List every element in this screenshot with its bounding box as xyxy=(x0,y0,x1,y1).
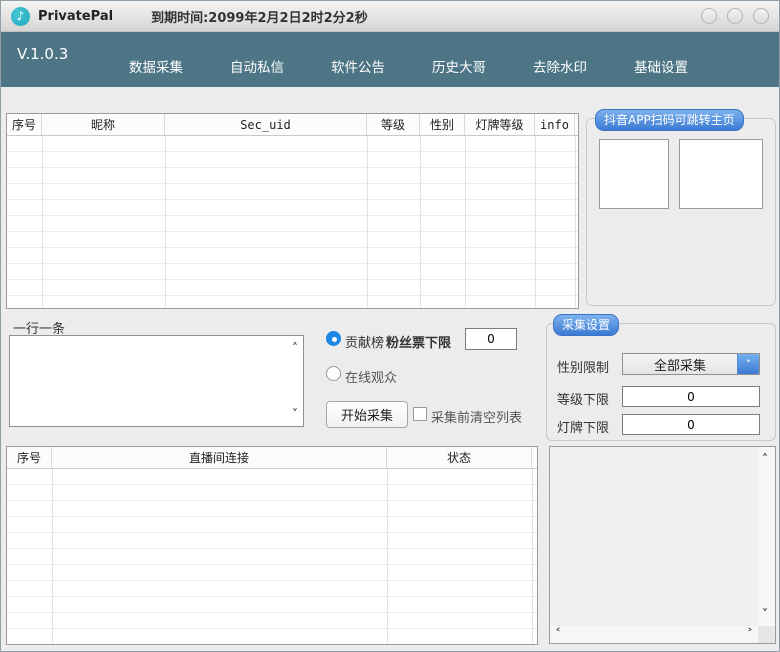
col-room-status[interactable]: 状态 xyxy=(387,447,532,468)
nav-bar: V.1.0.3 数据采集 自动私信 软件公告 历史大哥 去除水印 基础设置 xyxy=(1,32,779,87)
clear-before-collect-checkbox[interactable] xyxy=(413,407,427,421)
radio-contribution-label: 贡献榜 xyxy=(345,332,384,351)
radio-online-viewers[interactable] xyxy=(326,366,341,381)
room-table-body[interactable] xyxy=(7,469,537,644)
scroll-up-icon[interactable]: ˄ xyxy=(762,452,768,466)
gender-limit-value: 全部采集 xyxy=(623,355,737,374)
window-controls xyxy=(701,8,769,24)
scroll-left-icon[interactable]: ˂ xyxy=(555,627,561,641)
user-table: 序号 昵称 Sec_uid 等级 性别 灯牌等级 info xyxy=(6,113,579,309)
level-min-label: 等级下限 xyxy=(557,389,609,408)
col-badge-level[interactable]: 灯牌等级 xyxy=(465,114,535,135)
nav-menu: 数据采集 自动私信 软件公告 历史大哥 去除水印 基础设置 xyxy=(129,56,688,76)
user-table-body[interactable] xyxy=(7,136,578,308)
grid-line xyxy=(532,469,533,644)
col-nickname[interactable]: 昵称 xyxy=(42,114,165,135)
scroll-down-icon[interactable]: ˅ xyxy=(762,607,768,621)
nav-item-watermark[interactable]: 去除水印 xyxy=(533,56,587,76)
grid-line xyxy=(367,136,368,308)
collect-settings-label: 采集设置 xyxy=(553,314,619,336)
nav-item-settings[interactable]: 基础设置 xyxy=(634,56,688,76)
grid-line xyxy=(575,136,576,308)
col-level[interactable]: 等级 xyxy=(367,114,420,135)
badge-min-input[interactable]: 0 xyxy=(622,414,760,435)
qr-code-placeholder-1 xyxy=(599,139,669,209)
badge-min-label: 灯牌下限 xyxy=(557,417,609,436)
qr-panel-label: 抖音APP扫码可跳转主页 xyxy=(595,109,744,131)
col-info[interactable]: info xyxy=(535,114,575,135)
horizontal-scrollbar[interactable]: ˂ ˃ xyxy=(550,626,758,643)
col-room-link[interactable]: 直播间连接 xyxy=(52,447,387,468)
qr-code-placeholder-2 xyxy=(679,139,763,209)
gender-limit-label: 性别限制 xyxy=(557,357,609,376)
version-label: V.1.0.3 xyxy=(17,45,68,63)
room-table: 序号 直播间连接 状态 xyxy=(6,446,538,645)
clear-before-collect-label: 采集前清空列表 xyxy=(431,407,522,426)
grid-line xyxy=(420,136,421,308)
scroll-up-icon[interactable]: ˄ xyxy=(292,343,298,353)
user-table-header: 序号 昵称 Sec_uid 等级 性别 灯牌等级 info xyxy=(7,114,578,136)
close-button[interactable] xyxy=(753,8,769,24)
scrollbar-corner xyxy=(758,626,775,643)
qr-groupbox: 抖音APP扫码可跳转主页 xyxy=(586,118,776,306)
minimize-button[interactable] xyxy=(701,8,717,24)
col-index[interactable]: 序号 xyxy=(7,114,42,135)
log-panel[interactable]: ˄ ˅ ˂ ˃ xyxy=(549,446,776,644)
app-logo-icon: ♪ xyxy=(11,7,30,26)
level-min-input[interactable]: 0 xyxy=(622,386,760,407)
gender-limit-dropdown[interactable]: 全部采集 ˅ xyxy=(622,353,760,375)
title-bar: ♪ PrivatePal 到期时间:2099年2月2日2时2分2秒 xyxy=(1,1,779,32)
start-collect-button[interactable]: 开始采集 xyxy=(326,401,408,428)
scroll-down-icon[interactable]: ˅ xyxy=(292,409,298,419)
fan-ticket-input[interactable]: 0 xyxy=(465,328,517,350)
nav-item-history[interactable]: 历史大哥 xyxy=(432,56,486,76)
room-table-header: 序号 直播间连接 状态 xyxy=(7,447,537,469)
grid-line xyxy=(387,469,388,644)
grid-line xyxy=(165,136,166,308)
radio-online-label: 在线观众 xyxy=(345,367,397,386)
col-gender[interactable]: 性别 xyxy=(420,114,465,135)
dropdown-arrow-icon[interactable]: ˅ xyxy=(737,354,759,374)
grid-line xyxy=(52,469,53,644)
nav-item-auto-message[interactable]: 自动私信 xyxy=(230,56,284,76)
expiry-time-label: 到期时间:2099年2月2日2时2分2秒 xyxy=(151,7,368,26)
app-window: ♪ PrivatePal 到期时间:2099年2月2日2时2分2秒 V.1.0.… xyxy=(0,0,780,652)
grid-line xyxy=(42,136,43,308)
grid-line xyxy=(535,136,536,308)
col-sec-uid[interactable]: Sec_uid xyxy=(165,114,367,135)
nav-item-data-collect[interactable]: 数据采集 xyxy=(129,56,183,76)
radio-contribution-rank[interactable] xyxy=(326,331,341,346)
vertical-scrollbar[interactable]: ˄ ˅ xyxy=(758,447,775,626)
collect-settings-groupbox: 采集设置 性别限制 全部采集 ˅ 等级下限 0 灯牌下限 0 xyxy=(546,323,776,441)
links-textarea[interactable]: ˄ ˅ xyxy=(9,335,304,427)
scroll-right-icon[interactable]: ˃ xyxy=(747,627,753,641)
col-room-index[interactable]: 序号 xyxy=(7,447,52,468)
app-title: PrivatePal xyxy=(38,9,113,24)
maximize-button[interactable] xyxy=(727,8,743,24)
grid-line xyxy=(465,136,466,308)
fan-ticket-label: 粉丝票下限 xyxy=(386,332,451,351)
nav-item-announcement[interactable]: 软件公告 xyxy=(331,56,385,76)
